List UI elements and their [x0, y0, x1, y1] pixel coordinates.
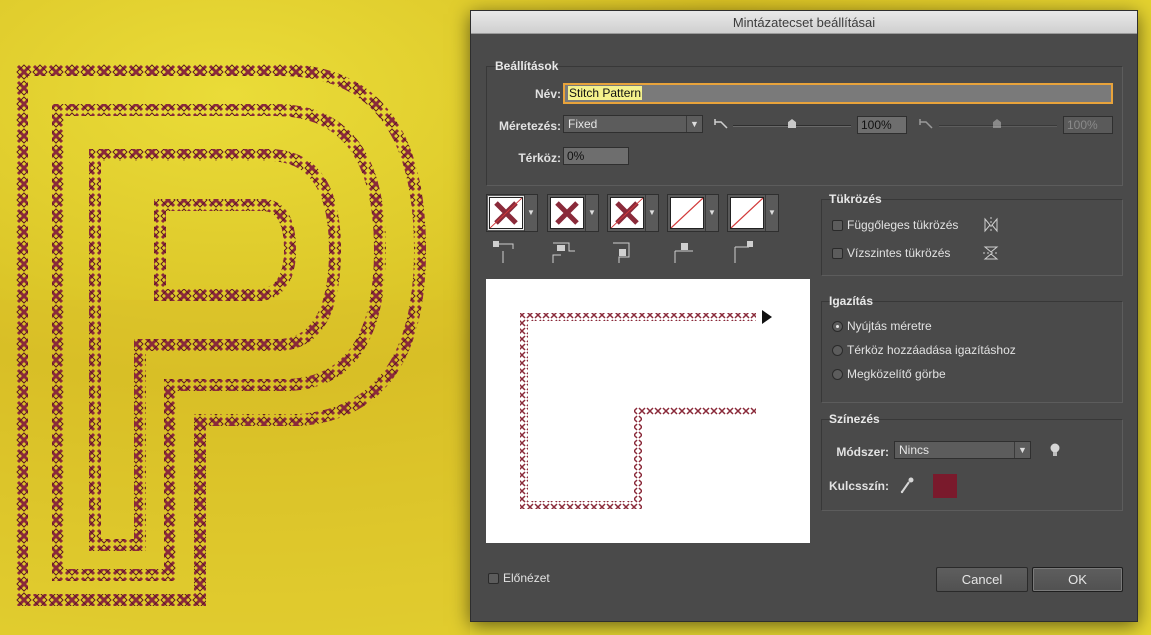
- scale-min-icon: [714, 119, 728, 129]
- fit-radio-add-space[interactable]: [832, 345, 843, 356]
- scale-max-icon: [919, 119, 933, 129]
- inner-corner-tile-icon: [613, 242, 630, 263]
- preview-arrow-icon: [762, 310, 772, 324]
- flip-horizontal-icon: [983, 246, 999, 260]
- flip-vertical-checkbox[interactable]: [832, 220, 843, 231]
- fit-radio-approximate[interactable]: [832, 369, 843, 380]
- preview-checkbox[interactable]: [488, 573, 499, 584]
- method-label: Módszer:: [836, 445, 889, 459]
- start-tile-icon: [674, 243, 693, 263]
- scale-dropdown-value: Fixed: [568, 117, 598, 131]
- end-tile-icon: [734, 241, 753, 263]
- side-tile-button[interactable]: ▼: [486, 194, 538, 232]
- end-tile-button[interactable]: ▼: [727, 194, 779, 232]
- flip-horizontal-checkbox[interactable]: [832, 248, 843, 259]
- outer-corner-tile-button[interactable]: ▼: [547, 194, 599, 232]
- side-tile-swatch: [488, 196, 524, 230]
- flip-group-title: Tükrözés: [829, 192, 882, 206]
- flip-vertical-icon: [984, 217, 998, 233]
- outer-corner-tile-icon: [552, 242, 575, 263]
- scale-label: Méretezés:: [498, 119, 561, 133]
- scale-percent-max-field: 100%: [1063, 116, 1113, 134]
- key-color-label: Kulcsszín:: [828, 479, 889, 493]
- brush-preview: [486, 279, 810, 543]
- chevron-down-icon: ▼: [686, 116, 702, 132]
- name-field-value: Stitch Pattern: [568, 86, 643, 100]
- start-tile-swatch-none: [670, 197, 704, 229]
- ok-button[interactable]: OK: [1032, 567, 1123, 592]
- eyedropper-icon[interactable]: [899, 476, 915, 494]
- flip-horizontal-label: Vízszintes tükrözés: [847, 246, 951, 260]
- colorization-group-title: Színezés: [829, 412, 880, 426]
- colorization-group: [821, 419, 1123, 511]
- colorization-method-value: Nincs: [899, 443, 930, 457]
- scale-dropdown[interactable]: Fixed ▼: [563, 115, 703, 133]
- name-label: Név:: [534, 87, 561, 101]
- fit-option-label: Térköz hozzáadása igazításhoz: [847, 343, 1016, 357]
- fit-option-label: Nyújtás méretre: [847, 319, 932, 333]
- fit-option-label: Megközelítő görbe: [847, 367, 946, 381]
- outer-corner-tile-swatch: [550, 197, 584, 229]
- lightbulb-icon[interactable]: [1048, 442, 1062, 458]
- chevron-down-icon: ▼: [1014, 442, 1030, 458]
- inner-corner-tile-button[interactable]: ▼: [607, 194, 659, 232]
- end-tile-swatch-none: [730, 197, 764, 229]
- preview-path: [520, 313, 756, 509]
- colorization-method-dropdown[interactable]: Nincs ▼: [894, 441, 1031, 459]
- preview-label: Előnézet: [503, 571, 550, 585]
- fit-radio-stretch[interactable]: [832, 321, 843, 332]
- chevron-down-icon: ▼: [705, 195, 718, 231]
- dialog-title: Mintázatecset beállításai: [471, 11, 1137, 34]
- settings-group-title: Beállítások: [495, 59, 559, 73]
- pattern-brush-options-dialog: Mintázatecset beállításai Beállítások Né…: [470, 10, 1138, 622]
- name-field[interactable]: Stitch Pattern: [563, 83, 1113, 104]
- chevron-down-icon: ▼: [524, 195, 537, 231]
- chevron-down-icon: ▼: [585, 195, 598, 231]
- chevron-down-icon: ▼: [645, 195, 658, 231]
- flip-group: [821, 199, 1123, 276]
- cancel-button[interactable]: Cancel: [936, 567, 1028, 592]
- fit-group-title: Igazítás: [829, 294, 874, 308]
- side-tile-icon: [493, 241, 514, 263]
- start-tile-button[interactable]: ▼: [667, 194, 719, 232]
- spacing-field[interactable]: 0%: [563, 147, 629, 165]
- flip-vertical-label: Függőleges tükrözés: [847, 218, 959, 232]
- inner-corner-tile-swatch: [610, 197, 644, 229]
- chevron-down-icon: ▼: [765, 195, 778, 231]
- spacing-label: Térköz:: [518, 151, 561, 165]
- scale-percent-field[interactable]: 100%: [857, 116, 907, 134]
- key-color-swatch[interactable]: [933, 474, 957, 498]
